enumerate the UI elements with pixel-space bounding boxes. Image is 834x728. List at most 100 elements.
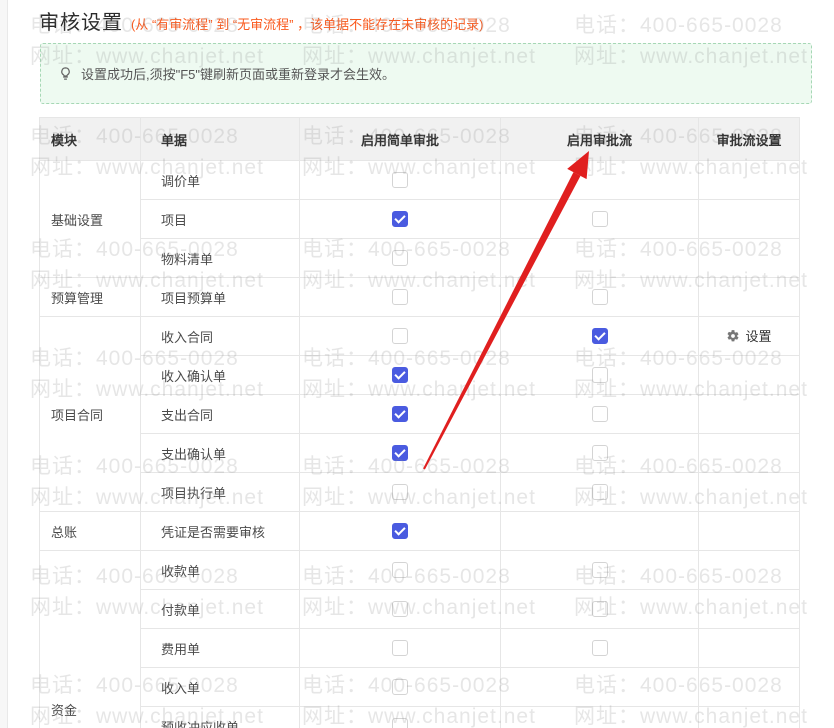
doc-cell: 付款单 [140,589,300,629]
audit-settings-page: 审核设置 (从 “有审流程” 到 “无审流程” ，该单据不能存在未审核的记录) … [0,0,834,728]
simple-approval-cell [299,433,501,473]
approval-flow-checkbox[interactable] [591,406,608,423]
simple-approval-checkbox[interactable] [392,367,408,384]
simple-approval-cell [299,550,501,590]
approval-flow-cell [500,628,699,668]
audit-table: 模块 单据 启用简单审批 启用审批流 审批流设置 基础设置 调价单 项目 物料清单 预算… [39,117,800,728]
flow-settings-button[interactable]: 设置 [726,326,772,345]
simple-approval-cell [299,472,501,512]
module-cell: 基础设置 [39,160,141,278]
approval-flow-checkbox[interactable] [591,211,608,228]
simple-approval-checkbox[interactable] [392,211,408,228]
approval-flow-checkbox[interactable] [591,367,608,384]
simple-approval-cell [299,316,501,356]
module-cell: 资金 [39,550,141,728]
simple-approval-checkbox[interactable] [392,718,408,728]
approval-flow-checkbox[interactable] [591,445,608,462]
doc-cell: 项目预算单 [140,277,300,317]
approval-flow-checkbox[interactable] [591,328,608,345]
approval-flow-checkbox[interactable] [591,562,608,579]
flow-settings-cell [698,199,800,239]
flow-settings-cell: 设置 [698,316,800,356]
watermark-phone: 电话：400-665-0028 [574,14,783,37]
approval-flow-cell [500,316,699,356]
table-row: 收入确认单 [40,355,800,395]
content-left-divider [0,0,8,728]
table-row: 基础设置 调价单 [39,160,800,278]
approval-flow-cell [500,199,699,239]
table-row: 物料清单 [40,238,800,278]
table-row: 费用单 [40,628,800,668]
approval-flow-checkbox[interactable] [591,484,608,501]
approval-flow-cell [500,667,699,707]
approval-flow-checkbox[interactable] [591,640,608,657]
simple-approval-checkbox[interactable] [392,484,408,501]
doc-cell: 收入确认单 [140,355,300,395]
approval-flow-checkbox[interactable] [591,289,608,306]
simple-approval-checkbox[interactable] [392,445,408,462]
simple-approval-checkbox[interactable] [392,601,408,618]
simple-approval-checkbox[interactable] [392,679,408,696]
simple-approval-checkbox[interactable] [392,406,408,423]
doc-cell: 收入单 [140,667,300,707]
table-header-row: 模块 单据 启用简单审批 启用审批流 审批流设置 [39,117,800,161]
doc-cell: 凭证是否需要审核 [140,511,300,551]
flow-settings-cell [698,238,800,278]
approval-flow-cell [500,472,699,512]
table-row: 收入单 [40,667,800,707]
approval-flow-cell [500,550,699,590]
flow-settings-cell [698,550,800,590]
simple-approval-checkbox[interactable] [392,640,408,657]
doc-cell: 收款单 [140,550,300,590]
notice-text: 设置成功后,须按"F5"键刷新页面或重新登录才会生效。 [81,67,396,82]
header-module: 模块 [39,117,141,161]
flow-settings-cell [698,355,800,395]
flow-settings-cell [698,589,800,629]
simple-approval-cell [299,628,501,668]
simple-approval-cell [299,355,501,395]
simple-approval-cell [299,238,501,278]
flow-settings-label: 设置 [745,329,772,345]
flow-settings-cell [698,706,800,728]
table-row: 资金 收款单 [39,550,800,728]
doc-cell: 收入合同 [140,316,300,356]
simple-approval-cell [299,706,501,728]
lightbulb-icon [61,67,70,80]
doc-cell: 费用单 [140,628,300,668]
approval-flow-cell [500,394,699,434]
table-row: 支出合同 [40,394,800,434]
approval-flow-cell [500,238,699,278]
simple-approval-cell [299,589,501,629]
table-row: 预算管理 项目预算单 [39,277,800,317]
module-cell: 预算管理 [39,277,141,317]
approval-flow-cell [500,160,699,200]
header-document: 单据 [140,117,300,161]
doc-cell: 支出合同 [140,394,300,434]
simple-approval-cell [299,160,501,200]
simple-approval-checkbox[interactable] [392,250,408,267]
flow-settings-cell [698,433,800,473]
approval-flow-cell [500,706,699,728]
table-row: 预收冲应收单 [40,706,800,728]
simple-approval-checkbox[interactable] [392,523,408,540]
table-row: 项目合同 收入合同 设置 [39,316,800,512]
page-header: 审核设置 (从 “有审流程” 到 “无审流程” ，该单据不能存在未审核的记录) [39,6,483,35]
header-flow-settings: 审批流设置 [698,117,800,161]
simple-approval-cell [299,394,501,434]
simple-approval-checkbox[interactable] [392,172,408,189]
page-title: 审核设置 [39,12,123,34]
simple-approval-cell [299,667,501,707]
doc-cell: 预收冲应收单 [140,706,300,728]
notice-banner: 设置成功后,须按"F5"键刷新页面或重新登录才会生效。 [40,43,812,104]
simple-approval-checkbox[interactable] [392,562,408,579]
table-row: 项目执行单 [40,472,800,512]
gear-icon [728,329,739,342]
table-row: 付款单 [40,589,800,629]
header-simple-approval: 启用简单审批 [299,117,501,161]
approval-flow-cell [500,433,699,473]
doc-cell: 项目执行单 [140,472,300,512]
flow-settings-cell [698,277,800,317]
simple-approval-checkbox[interactable] [392,289,408,306]
simple-approval-checkbox[interactable] [392,328,408,345]
approval-flow-checkbox[interactable] [591,601,608,618]
